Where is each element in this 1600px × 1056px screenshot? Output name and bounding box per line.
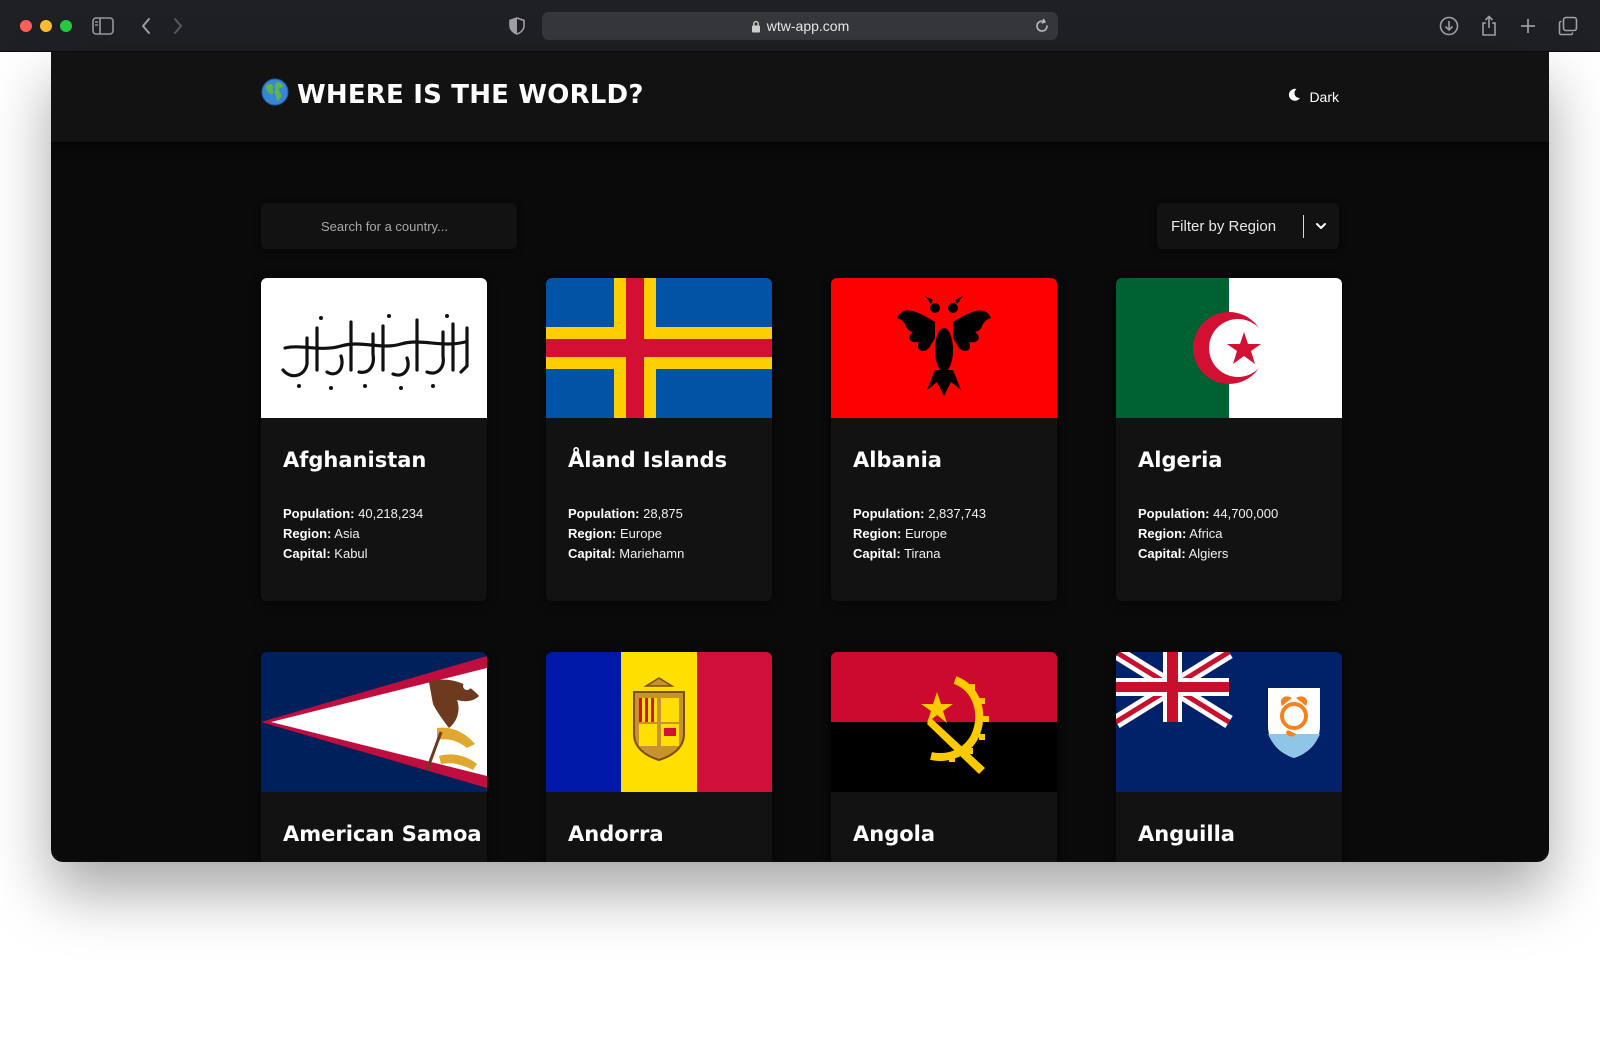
logo[interactable]: WHERE IS THE WORLD?	[261, 78, 644, 111]
capital-value: Tirana	[904, 546, 941, 561]
region-stat: Region: Europe	[853, 524, 1035, 544]
population-label: Population:	[853, 506, 925, 521]
region-value: Europe	[905, 526, 947, 541]
population-label: Population:	[1138, 506, 1210, 521]
moon-icon	[1287, 88, 1301, 105]
globe-icon	[261, 78, 289, 111]
app-header: WHERE IS THE WORLD? Dark	[51, 52, 1549, 142]
forward-icon[interactable]	[165, 13, 191, 39]
population-value: 40,218,234	[358, 506, 424, 521]
population-stat: Population: 44,700,000	[1138, 504, 1320, 524]
region-label: Region:	[568, 526, 617, 541]
theme-toggle-button[interactable]: Dark	[1287, 88, 1339, 105]
share-icon[interactable]	[1476, 13, 1502, 39]
chevron-down-icon	[1312, 217, 1330, 235]
sidebar-toggle-icon[interactable]	[90, 13, 116, 39]
anguilla-flag	[1116, 652, 1342, 792]
population-value: 2,837,743	[928, 506, 986, 521]
capital-stat: Capital: Mariehamn	[568, 544, 750, 564]
region-label: Region:	[1138, 526, 1187, 541]
dropdown-divider	[1303, 215, 1304, 238]
country-card[interactable]: Afghanistan Population: 40,218,234 Regio…	[261, 278, 487, 601]
population-stat: Population: 40,218,234	[283, 504, 465, 524]
country-name: Åland Islands	[568, 448, 728, 472]
back-icon[interactable]	[133, 13, 159, 39]
population-stat: Population: 2,837,743	[853, 504, 1035, 524]
country-card[interactable]: Albania Population: 2,837,743 Region: Eu…	[831, 278, 1057, 601]
capital-stat: Capital: Kabul	[283, 544, 465, 564]
capital-value: Mariehamn	[619, 546, 685, 561]
population-label: Population:	[568, 506, 640, 521]
app-page: WHERE IS THE WORLD? Dark Filter by Regio…	[51, 52, 1549, 862]
capital-value: Algiers	[1188, 546, 1229, 561]
andorra-flag	[546, 652, 772, 792]
country-card[interactable]: Åland Islands Population: 28,875 Region:…	[546, 278, 772, 601]
population-value: 44,700,000	[1213, 506, 1279, 521]
country-card[interactable]: Algeria Population: 44,700,000 Region: A…	[1116, 278, 1342, 601]
capital-label: Capital:	[1138, 546, 1186, 561]
region-value: Europe	[620, 526, 662, 541]
url-text: wtw-app.com	[766, 18, 850, 34]
region-label: Region:	[853, 526, 902, 541]
downloads-icon[interactable]	[1436, 13, 1462, 39]
region-stat: Region: Europe	[568, 524, 750, 544]
capital-label: Capital:	[283, 546, 331, 561]
region-label: Region:	[283, 526, 332, 541]
zoom-window-button[interactable]	[60, 20, 72, 32]
country-card[interactable]: Anguilla	[1116, 652, 1342, 862]
region-filter-dropdown[interactable]: Filter by Region	[1157, 203, 1339, 249]
region-stat: Region: Asia	[283, 524, 465, 544]
population-stat: Population: 28,875	[568, 504, 750, 524]
browser-toolbar: wtw-app.com	[0, 0, 1600, 52]
american-samoa-flag	[261, 652, 487, 792]
privacy-shield-icon[interactable]	[504, 13, 530, 39]
country-name: American Samoa	[283, 822, 482, 846]
app-title: WHERE IS THE WORLD?	[297, 79, 644, 110]
capital-value: Kabul	[334, 546, 368, 561]
country-card[interactable]: American Samoa	[261, 652, 487, 862]
country-card[interactable]: Andorra	[546, 652, 772, 862]
country-name: Afghanistan	[283, 448, 427, 472]
country-name: Angola	[853, 822, 936, 846]
theme-toggle-label: Dark	[1309, 88, 1339, 105]
country-name: Algeria	[1138, 448, 1223, 472]
region-filter-label: Filter by Region	[1171, 217, 1277, 235]
albania-flag	[831, 278, 1057, 418]
lock-icon	[751, 20, 761, 33]
capital-stat: Capital: Tirana	[853, 544, 1035, 564]
afghanistan-flag	[261, 278, 487, 418]
aland-flag	[546, 278, 772, 418]
capital-label: Capital:	[568, 546, 616, 561]
minimize-window-button[interactable]	[40, 20, 52, 32]
population-value: 28,875	[643, 506, 683, 521]
region-value: Asia	[334, 526, 360, 541]
capital-label: Capital:	[853, 546, 901, 561]
algeria-flag	[1116, 278, 1342, 418]
country-card[interactable]: Angola	[831, 652, 1057, 862]
tab-overview-icon[interactable]	[1555, 13, 1581, 39]
country-name: Andorra	[568, 822, 664, 846]
region-stat: Region: Africa	[1138, 524, 1320, 544]
population-label: Population:	[283, 506, 355, 521]
angola-flag	[831, 652, 1057, 792]
new-tab-icon[interactable]	[1515, 13, 1541, 39]
country-name: Albania	[853, 448, 942, 472]
address-bar[interactable]: wtw-app.com	[542, 12, 1058, 40]
capital-stat: Capital: Algiers	[1138, 544, 1320, 564]
region-value: Africa	[1189, 526, 1223, 541]
close-window-button[interactable]	[20, 20, 32, 32]
search-box[interactable]	[261, 203, 517, 249]
reload-icon[interactable]	[1034, 18, 1050, 34]
country-name: Anguilla	[1138, 822, 1235, 846]
search-input[interactable]	[321, 218, 501, 234]
